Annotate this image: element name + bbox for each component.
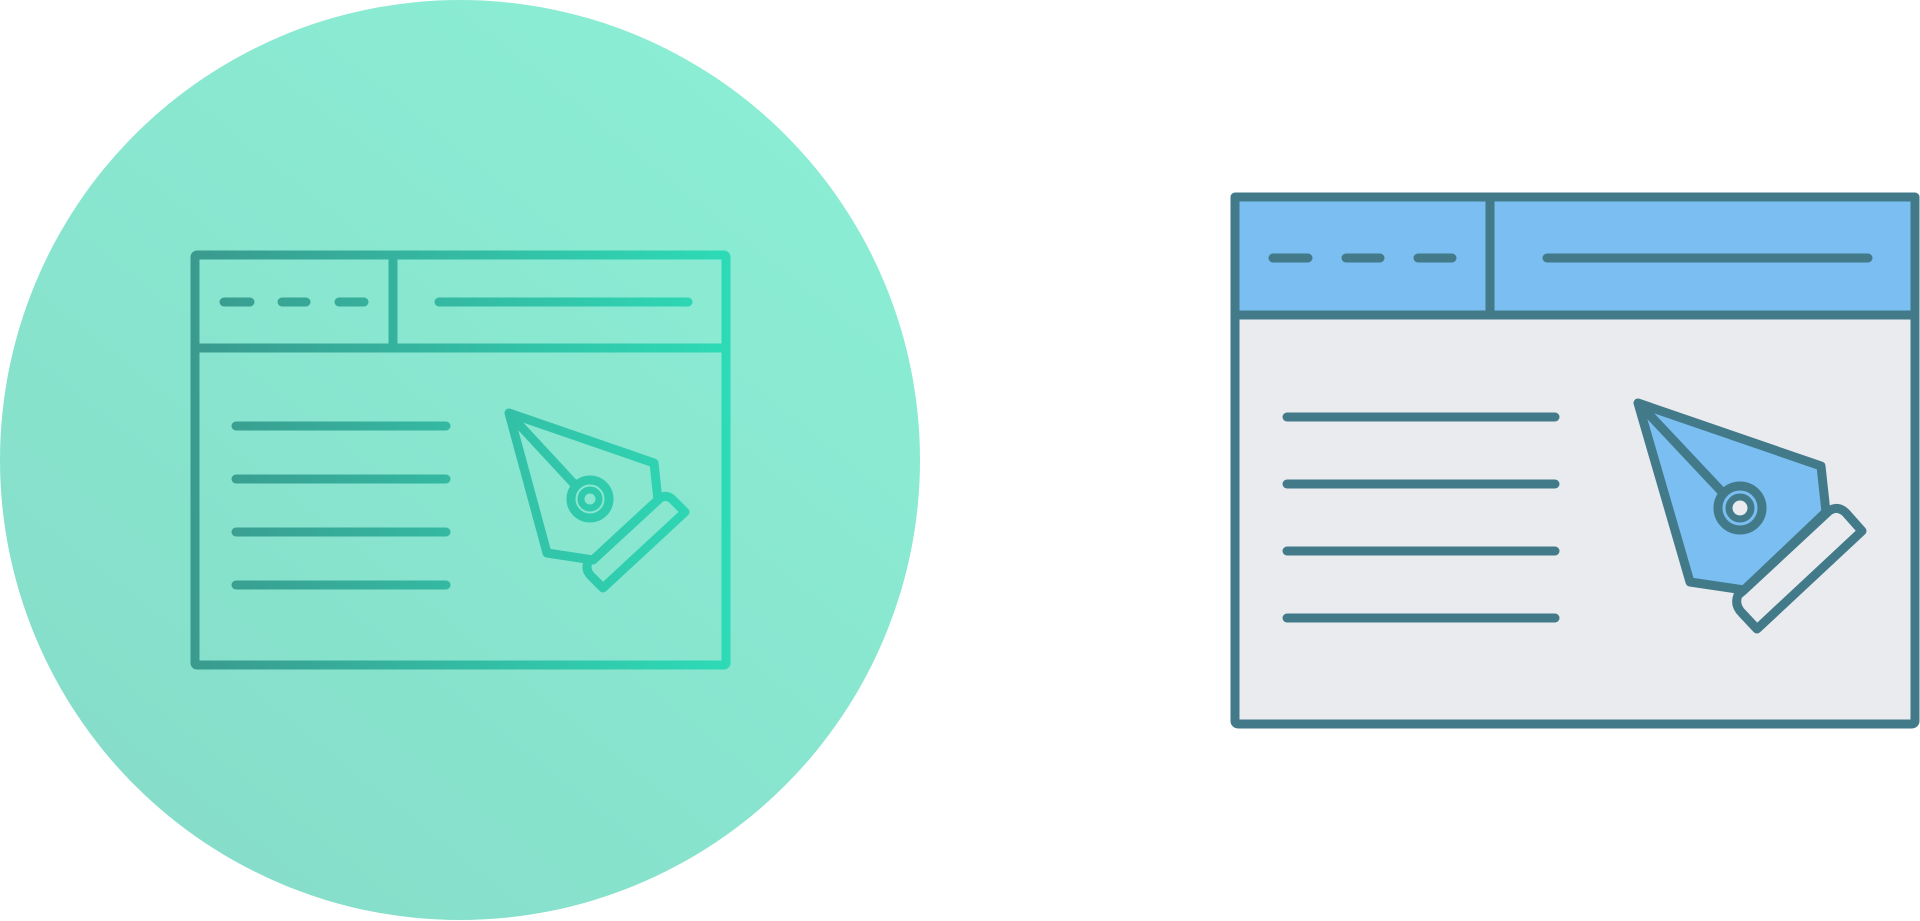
web-design-icon-gradient [0, 0, 920, 920]
icon-showcase [0, 0, 1920, 920]
web-design-icon-filled [1230, 192, 1920, 729]
background-circle [0, 0, 920, 920]
